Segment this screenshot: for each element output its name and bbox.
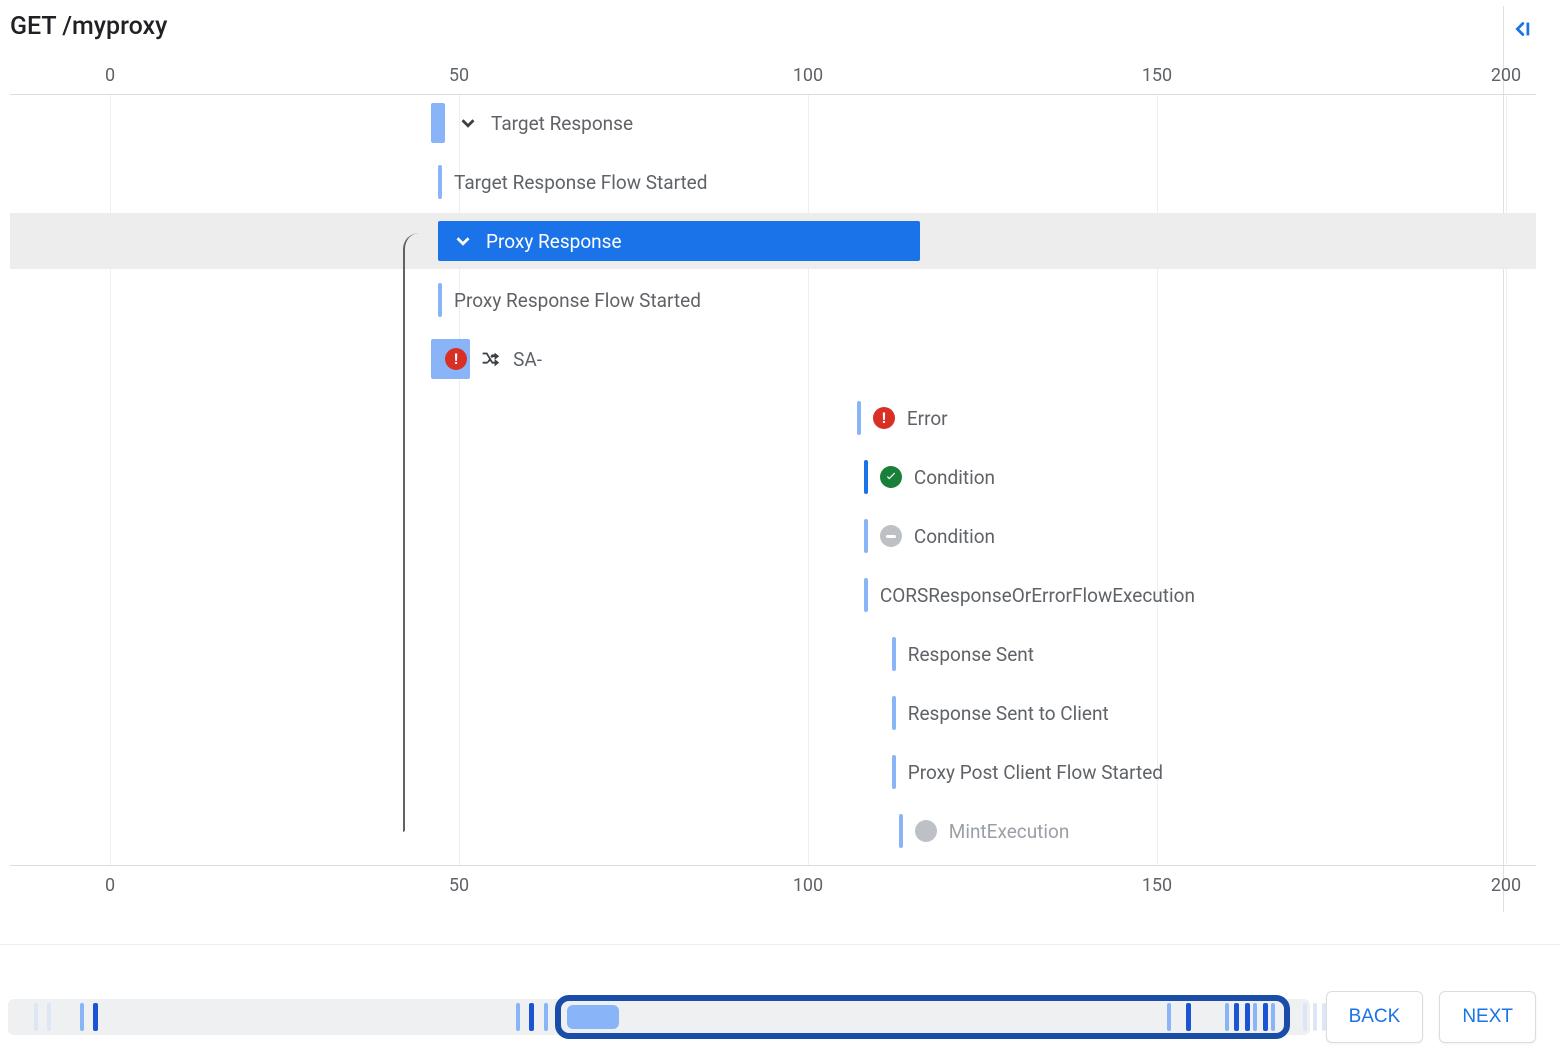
overview-marker — [1322, 1003, 1326, 1031]
axis-tick: 200 — [1491, 65, 1521, 86]
axis-bottom: 0 50 100 150 200 — [10, 871, 1536, 895]
error-icon: ! — [873, 407, 895, 429]
span-row[interactable]: Condition — [10, 449, 1536, 505]
span-row[interactable]: Response Sent to Client — [10, 685, 1536, 741]
overview-marker — [1167, 1003, 1171, 1031]
overview-marker — [93, 1003, 98, 1031]
event-marker[interactable] — [892, 755, 896, 789]
overview-marker — [1303, 1003, 1307, 1031]
page-title: GET /myproxy — [10, 12, 167, 45]
overview-marker — [1271, 1003, 1275, 1031]
span-label: Target Response — [491, 112, 633, 135]
axis-tick: 0 — [105, 875, 115, 896]
axis-top: 0 50 100 150 200 — [10, 65, 1536, 89]
overview-marker — [1263, 1003, 1268, 1031]
span-label: Proxy Response — [486, 230, 621, 253]
overview-marker — [34, 1003, 38, 1031]
overview-marker — [1186, 1003, 1191, 1031]
span-row[interactable]: Proxy Post Client Flow Started — [10, 744, 1536, 800]
span-row[interactable]: Target Response Flow Started — [10, 154, 1536, 210]
chevron-down-icon[interactable] — [457, 112, 479, 134]
axis-tick: 100 — [793, 875, 823, 896]
span-row[interactable]: Condition — [10, 508, 1536, 564]
span-label: MintExecution — [949, 820, 1070, 843]
axis-tick: 150 — [1142, 875, 1172, 896]
event-marker[interactable] — [899, 814, 903, 848]
span-label: Condition — [914, 466, 995, 489]
event-marker[interactable] — [438, 165, 442, 199]
shared-flow-icon — [479, 348, 501, 370]
overview-marker — [516, 1003, 520, 1031]
span-label: Proxy Post Client Flow Started — [908, 761, 1163, 784]
span-label: Proxy Response Flow Started — [454, 289, 701, 312]
span-label: Response Sent to Client — [908, 702, 1109, 725]
event-marker[interactable] — [892, 696, 896, 730]
span-row[interactable]: MintExecution — [10, 803, 1536, 859]
axis-tick: 50 — [449, 875, 469, 896]
collapse-panel-icon[interactable] — [1506, 16, 1536, 42]
span-label: Target Response Flow Started — [454, 171, 707, 194]
span-row[interactable]: Proxy Response Flow Started — [10, 272, 1536, 328]
overview-marker — [529, 1003, 534, 1031]
overview-viewport[interactable] — [555, 995, 1290, 1039]
axis-tick: 100 — [793, 65, 823, 86]
overview-marker — [1225, 1003, 1229, 1031]
overview-marker — [1234, 1003, 1239, 1031]
span-label: Response Sent — [908, 643, 1034, 666]
span-row[interactable]: Response Sent — [10, 626, 1536, 682]
axis-tick: 150 — [1142, 65, 1172, 86]
span-bar[interactable] — [431, 103, 445, 143]
span-label: CORSResponseOrErrorFlowExecution — [880, 584, 1195, 607]
next-button[interactable]: NEXT — [1439, 991, 1536, 1043]
span-row[interactable]: ! Error — [10, 390, 1536, 446]
disabled-icon — [915, 820, 937, 842]
overview-marker — [80, 1003, 84, 1031]
event-marker[interactable] — [864, 460, 868, 494]
trace-gantt-chart[interactable]: 050100150200 Target ResponseTarget Respo… — [10, 65, 1536, 895]
check-icon — [880, 466, 902, 488]
span-row[interactable]: Target Response — [10, 95, 1536, 151]
span-row[interactable]: !SA- — [10, 331, 1536, 387]
span-label: Condition — [914, 525, 995, 548]
event-marker[interactable] — [857, 401, 861, 435]
span-row[interactable]: CORSResponseOrErrorFlowExecution — [10, 567, 1536, 623]
span-label: SA- — [513, 348, 542, 371]
overview-marker — [544, 1003, 548, 1031]
back-button[interactable]: BACK — [1326, 991, 1424, 1043]
overview-marker — [1253, 1003, 1257, 1031]
event-marker[interactable] — [892, 637, 896, 671]
gantt-body[interactable]: Target Response Target Response Flow Star… — [10, 95, 1536, 865]
overview-marker — [1245, 1003, 1250, 1031]
span-label: Error — [907, 407, 948, 430]
axis-tick: 50 — [449, 65, 469, 86]
trace-overview-scrubber[interactable] — [8, 999, 1310, 1035]
overview-marker — [1313, 1003, 1317, 1031]
event-marker[interactable] — [864, 578, 868, 612]
span-row[interactable]: Proxy Response — [10, 213, 1536, 269]
axis-tick: 0 — [105, 65, 115, 86]
axis-tick: 200 — [1491, 875, 1521, 896]
overview-marker — [47, 1003, 51, 1031]
skip-icon — [880, 525, 902, 547]
event-marker[interactable] — [864, 519, 868, 553]
